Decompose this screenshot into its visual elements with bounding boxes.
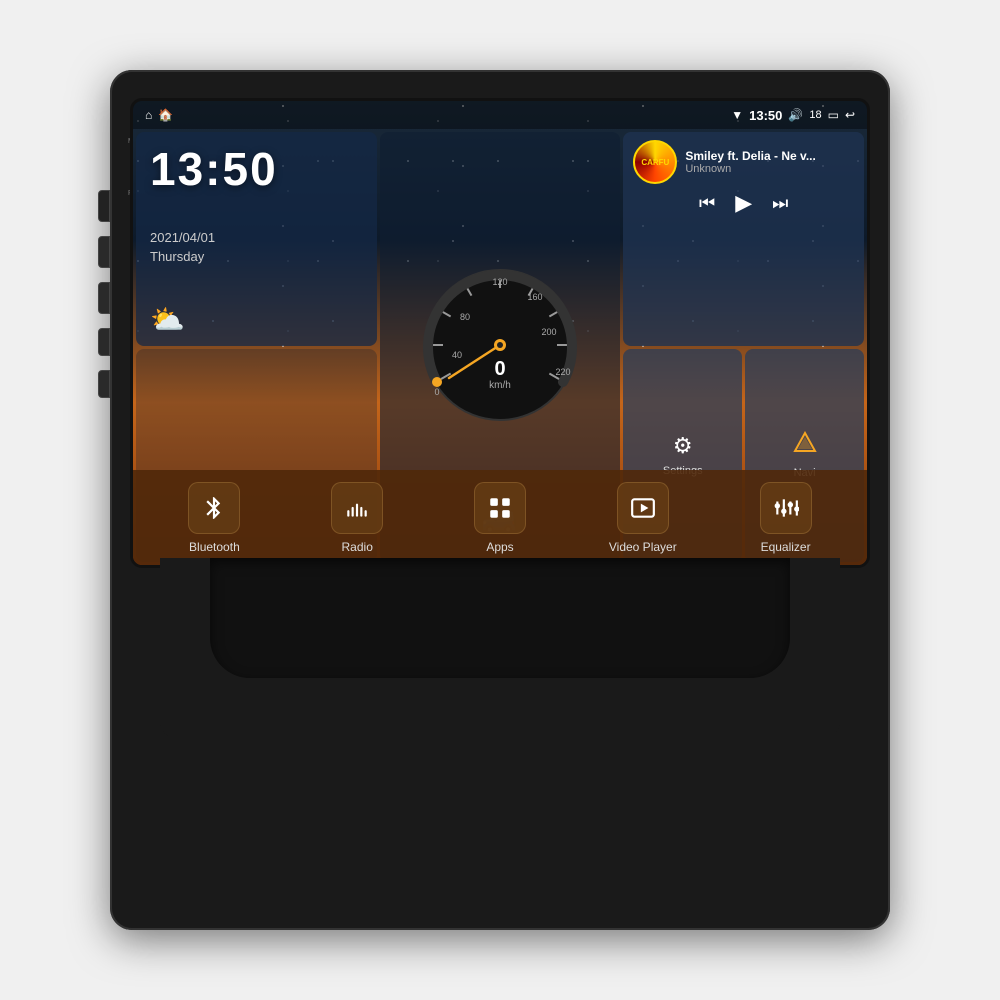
svg-text:0: 0 bbox=[434, 387, 439, 397]
play-button[interactable]: ▶ bbox=[735, 190, 752, 216]
video-svg-icon bbox=[630, 495, 656, 521]
volume-level: 18 bbox=[809, 109, 821, 121]
video-player-app[interactable]: Video Player bbox=[571, 478, 714, 558]
svg-text:0: 0 bbox=[494, 358, 505, 380]
svg-text:40: 40 bbox=[452, 350, 462, 360]
screen: ⌂ 🏠 ▼ 13:50 🔊 18 ▭ ↩ 13:50 2021/04/01 Th… bbox=[133, 101, 867, 565]
svg-text:220: 220 bbox=[555, 367, 570, 377]
screen-bezel: ⌂ 🏠 ▼ 13:50 🔊 18 ▭ ↩ 13:50 2021/04/01 Th… bbox=[130, 98, 870, 568]
clock-time-display: 13:50 bbox=[150, 142, 363, 196]
battery-icon: ▭ bbox=[828, 108, 839, 122]
dock-slot bbox=[210, 558, 790, 678]
video-icon-wrap bbox=[617, 482, 669, 534]
home-button[interactable] bbox=[98, 236, 110, 268]
equalizer-app[interactable]: Equalizer bbox=[714, 478, 857, 558]
svg-text:160: 160 bbox=[527, 292, 542, 302]
svg-text:120: 120 bbox=[492, 277, 507, 287]
status-time: 13:50 bbox=[749, 108, 782, 123]
radio-icon-wrap bbox=[331, 482, 383, 534]
home-nav-icon[interactable]: ⌂ bbox=[145, 108, 152, 122]
equalizer-svg-icon bbox=[773, 495, 799, 521]
power-button[interactable] bbox=[98, 190, 110, 222]
apps-svg-icon bbox=[487, 495, 513, 521]
music-widget[interactable]: CARFU Smiley ft. Delia - Ne v... Unknown… bbox=[623, 132, 864, 346]
volume-icon: 🔊 bbox=[788, 108, 803, 122]
music-artist: Unknown bbox=[685, 163, 854, 175]
svg-text:200: 200 bbox=[541, 327, 556, 337]
apps-label: Apps bbox=[486, 540, 513, 554]
equalizer-label: Equalizer bbox=[761, 540, 811, 554]
radio-label: Radio bbox=[342, 540, 373, 554]
music-controls: ⏮ ▶ ⏭ bbox=[633, 190, 854, 216]
speedometer-display: 0 40 80 120 160 200 220 bbox=[415, 260, 585, 435]
dashboard-icon[interactable]: 🏠 bbox=[158, 108, 173, 122]
status-bar-left: ⌂ 🏠 bbox=[145, 108, 173, 122]
clock-widget: 13:50 2021/04/01 Thursday ⛅ bbox=[136, 132, 377, 346]
navi-icon bbox=[793, 431, 817, 461]
bluetooth-icon-wrap bbox=[188, 482, 240, 534]
equalizer-icon-wrap bbox=[760, 482, 812, 534]
album-art: CARFU bbox=[633, 140, 677, 184]
bluetooth-label: Bluetooth bbox=[189, 540, 240, 554]
prev-button[interactable]: ⏮ bbox=[699, 193, 715, 214]
bluetooth-svg-icon bbox=[201, 495, 227, 521]
clock-date-display: 2021/04/01 Thursday bbox=[150, 228, 363, 267]
weather-icon: ⛅ bbox=[150, 303, 363, 336]
apps-app[interactable]: Apps bbox=[429, 478, 572, 558]
volume-up-button[interactable] bbox=[98, 328, 110, 356]
side-button-group bbox=[98, 190, 110, 398]
settings-icon: ⚙ bbox=[673, 433, 693, 459]
volume-down-button[interactable] bbox=[98, 370, 110, 398]
wifi-icon: ▼ bbox=[731, 108, 743, 122]
car-head-unit: MIC RST ⌂ 🏠 ▼ 13:50 🔊 18 ▭ ↩ bbox=[110, 70, 890, 930]
next-button[interactable]: ⏭ bbox=[772, 193, 788, 214]
svg-text:km/h: km/h bbox=[489, 380, 511, 391]
video-player-label: Video Player bbox=[609, 540, 677, 554]
music-info: Smiley ft. Delia - Ne v... Unknown bbox=[685, 149, 854, 175]
back-button[interactable] bbox=[98, 282, 110, 314]
music-title: Smiley ft. Delia - Ne v... bbox=[685, 149, 854, 163]
svg-text:80: 80 bbox=[460, 312, 470, 322]
status-bar: ⌂ 🏠 ▼ 13:50 🔊 18 ▭ ↩ bbox=[133, 101, 867, 129]
radio-app[interactable]: Radio bbox=[286, 478, 429, 558]
music-top: CARFU Smiley ft. Delia - Ne v... Unknown bbox=[633, 140, 854, 184]
radio-svg-icon bbox=[344, 495, 370, 521]
bottom-app-bar: Bluetooth Radio bbox=[133, 470, 867, 565]
apps-icon-wrap bbox=[474, 482, 526, 534]
bluetooth-app[interactable]: Bluetooth bbox=[143, 478, 286, 558]
back-nav-icon[interactable]: ↩ bbox=[845, 108, 855, 122]
device-dock bbox=[160, 558, 840, 738]
